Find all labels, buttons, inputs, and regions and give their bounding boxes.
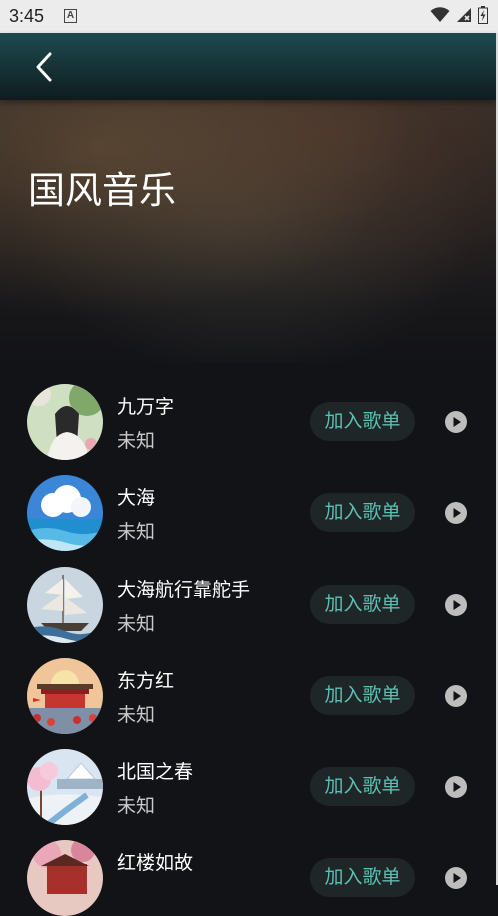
add-to-playlist-button[interactable]: 加入歌单	[310, 585, 415, 624]
play-icon[interactable]	[444, 775, 468, 799]
chevron-left-icon	[36, 52, 52, 82]
song-cover-image	[27, 475, 103, 551]
song-artist: 未知	[117, 430, 156, 452]
add-to-playlist-button[interactable]: 加入歌单	[310, 493, 415, 532]
song-row[interactable]: 东方红 未知 加入歌单	[0, 658, 496, 734]
song-row[interactable]: 北国之春 未知 加入歌单	[0, 749, 496, 825]
song-cover-image	[27, 749, 103, 825]
song-title: 大海	[117, 487, 156, 509]
battery-icon	[478, 6, 488, 24]
song-cover-image	[27, 658, 103, 734]
add-to-playlist-button[interactable]: 加入歌单	[310, 858, 415, 897]
top-app-bar	[0, 33, 496, 100]
add-to-playlist-button[interactable]: 加入歌单	[310, 676, 415, 715]
add-to-playlist-button[interactable]: 加入歌单	[310, 402, 415, 441]
song-cover-image	[27, 567, 103, 643]
song-artist: 未知	[117, 704, 156, 726]
play-icon[interactable]	[444, 501, 468, 525]
play-icon[interactable]	[444, 866, 468, 890]
song-title: 大海航行靠舵手	[117, 579, 251, 601]
play-icon[interactable]	[444, 593, 468, 617]
song-row[interactable]: 大海航行靠舵手 未知 加入歌单	[0, 567, 496, 643]
status-bar: 3:45 A	[0, 0, 498, 33]
status-time: 3:45	[9, 6, 45, 26]
song-artist: 未知	[117, 521, 156, 543]
add-to-playlist-button[interactable]: 加入歌单	[310, 767, 415, 806]
song-title: 东方红	[117, 670, 175, 692]
wifi-icon	[430, 7, 450, 22]
song-cover-image	[27, 840, 103, 916]
page-title: 国风音乐	[28, 169, 176, 212]
song-cover-image	[27, 384, 103, 460]
song-artist: 未知	[117, 795, 156, 817]
system-icons	[430, 6, 488, 24]
song-row[interactable]: 大海 未知 加入歌单	[0, 475, 496, 551]
song-title: 红楼如故	[117, 852, 194, 874]
signal-icon	[457, 8, 471, 22]
notification-icon: A	[64, 9, 77, 23]
back-button[interactable]	[26, 49, 62, 85]
play-icon[interactable]	[444, 684, 468, 708]
song-title: 北国之春	[117, 761, 194, 783]
song-artist: 未知	[117, 613, 156, 635]
song-row[interactable]: 九万字 未知 加入歌单	[0, 384, 496, 460]
song-row[interactable]: 红楼如故 加入歌单	[0, 840, 496, 916]
play-icon[interactable]	[444, 410, 468, 434]
song-title: 九万字	[117, 396, 175, 418]
